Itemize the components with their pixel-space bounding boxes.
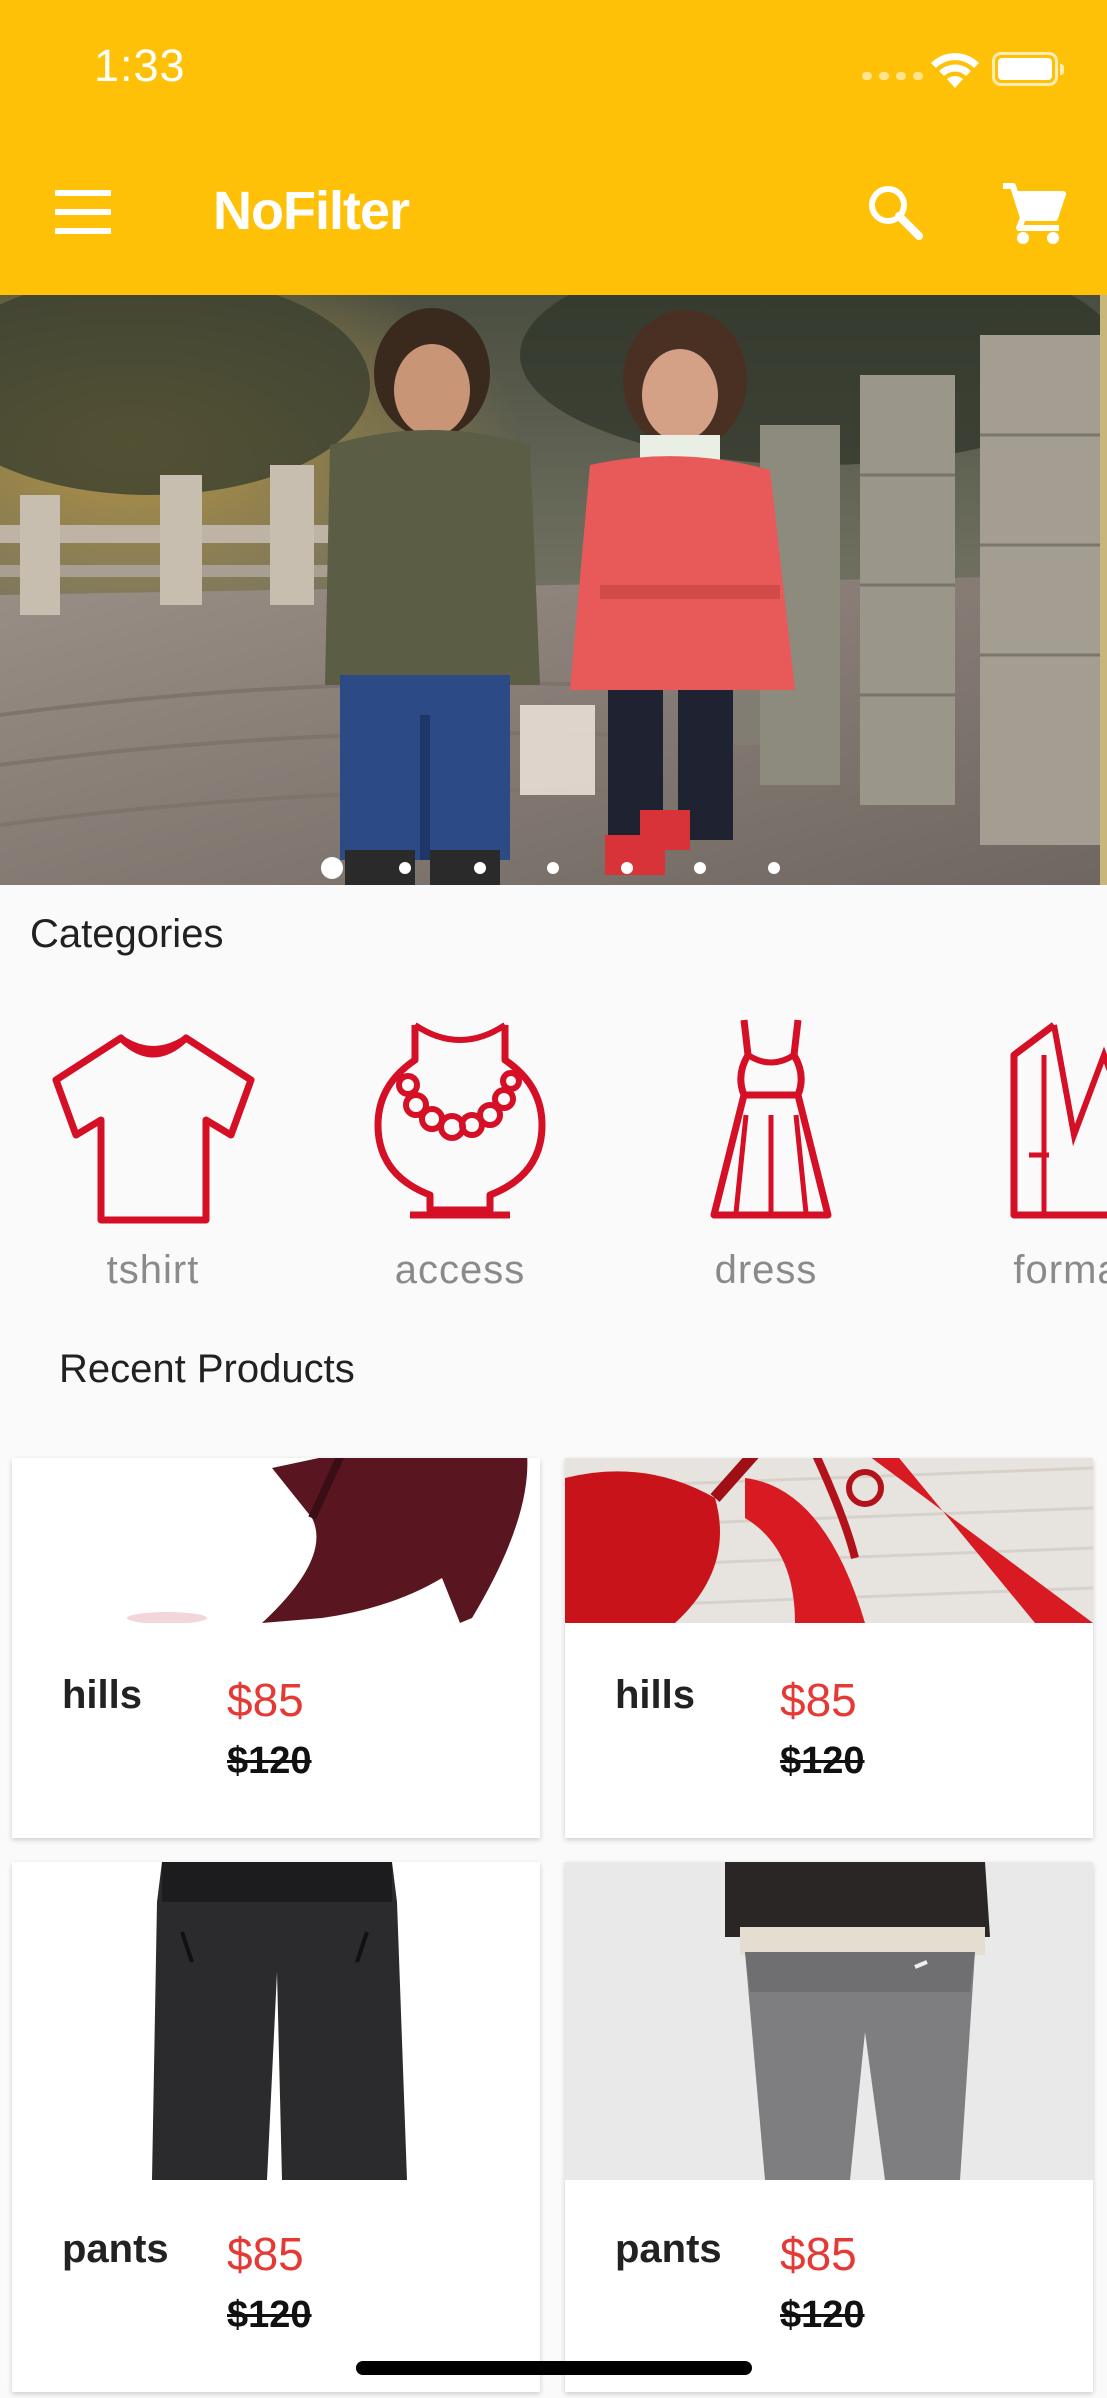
product-price: $85: [780, 2228, 857, 2280]
carousel-dot[interactable]: [768, 862, 780, 874]
product-name: hills: [615, 1673, 696, 1717]
product-card[interactable]: pants $85 $120: [12, 1862, 540, 2392]
product-old-price: $120: [780, 1740, 865, 1782]
product-image: [12, 1458, 540, 1623]
wifi-icon: [931, 53, 979, 88]
product-card[interactable]: hills $85 $120: [12, 1458, 540, 1838]
home-indicator[interactable]: [356, 2361, 752, 2375]
category-label: tshirt: [106, 1248, 200, 1292]
blazer-icon: [1010, 1022, 1107, 1219]
category-label: formal: [1013, 1248, 1107, 1292]
necklace-icon: [374, 1022, 546, 1219]
product-image: [12, 1862, 540, 2180]
product-price: $85: [227, 1674, 304, 1726]
category-access[interactable]: access: [340, 1020, 580, 1300]
product-old-price: $120: [227, 2294, 312, 2336]
banner-image: [0, 295, 1107, 885]
carousel-dot[interactable]: [399, 862, 411, 874]
product-card[interactable]: pants $85 $120: [565, 1862, 1093, 2392]
product-name: pants: [62, 2227, 169, 2271]
battery-icon: [992, 52, 1064, 86]
categories-title: Categories: [30, 912, 224, 956]
status-time: 1:33: [94, 40, 186, 91]
recent-products-title: Recent Products: [59, 1347, 355, 1391]
product-old-price: $120: [227, 1740, 312, 1782]
product-image: [565, 1862, 1093, 2180]
product-image: [565, 1458, 1093, 1623]
category-label: dress: [714, 1248, 818, 1292]
carousel-indicators: [0, 857, 1107, 879]
banner-carousel[interactable]: [0, 295, 1107, 885]
search-icon[interactable]: [866, 183, 924, 241]
carousel-dot[interactable]: [321, 857, 343, 879]
tshirt-icon: [52, 1034, 255, 1224]
product-name: pants: [615, 2227, 722, 2271]
product-card[interactable]: hills $85 $120: [565, 1458, 1093, 1838]
app-bar: 1:33 NoFilter: [0, 0, 1107, 295]
category-label: access: [394, 1248, 526, 1292]
category-dress[interactable]: dress: [646, 1019, 886, 1300]
carousel-dot[interactable]: [621, 862, 633, 874]
carousel-dot[interactable]: [474, 862, 486, 874]
carousel-dot[interactable]: [694, 862, 706, 874]
cellular-signal-icon: [862, 72, 923, 80]
app-screen: 1:33 NoFilter Categories tshirt access d…: [0, 0, 1107, 2398]
product-name: hills: [62, 1673, 143, 1717]
product-price: $85: [780, 1674, 857, 1726]
product-price: $85: [227, 2228, 304, 2280]
menu-icon[interactable]: [55, 190, 111, 234]
product-old-price: $120: [780, 2294, 865, 2336]
category-formal[interactable]: formal: [952, 1020, 1107, 1300]
category-tshirt[interactable]: tshirt: [33, 1020, 273, 1300]
app-title: NoFilter: [213, 181, 410, 241]
cart-icon[interactable]: [1001, 180, 1067, 246]
dress-icon: [710, 1019, 832, 1219]
carousel-dot[interactable]: [547, 862, 559, 874]
